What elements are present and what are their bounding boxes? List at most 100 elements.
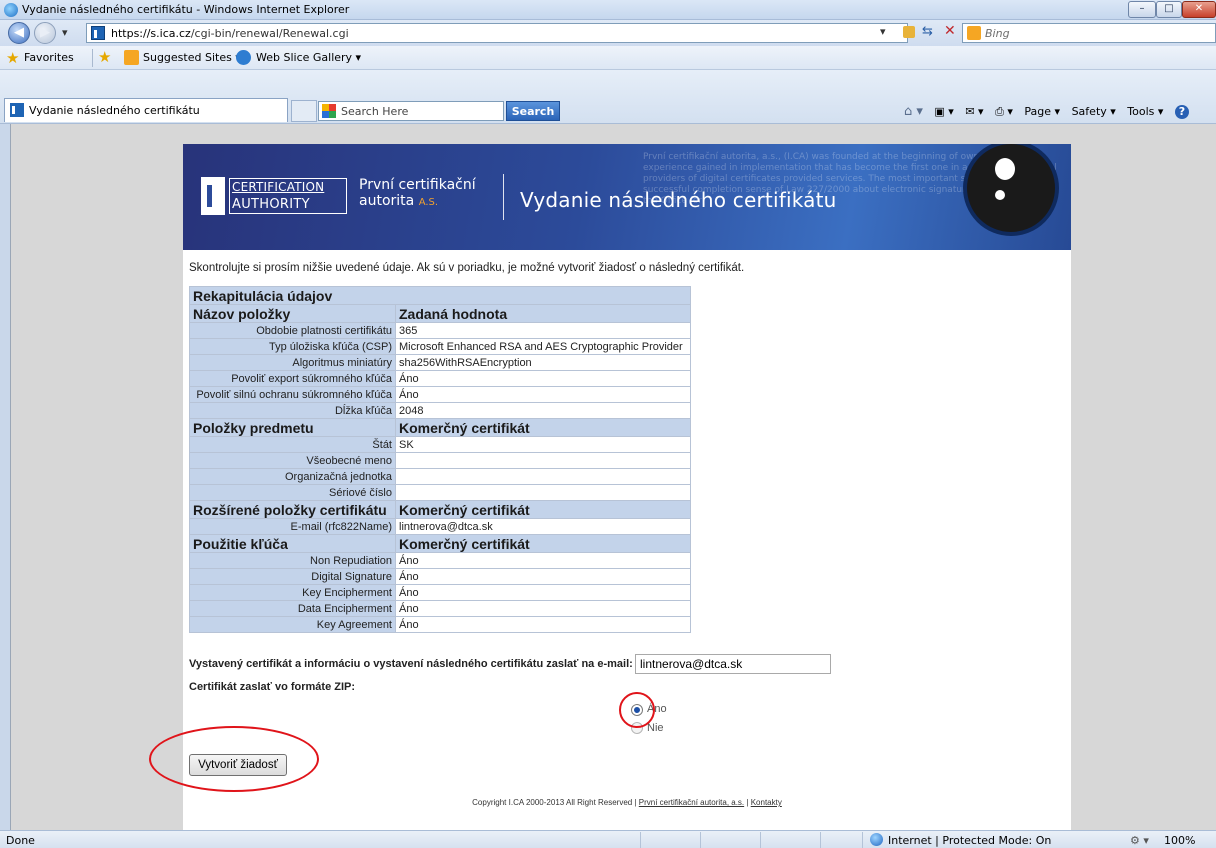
suggested-sites-icon [124,50,139,65]
favorites-bar: ★ Favorites ★ Suggested Sites ▾ Web Slic… [0,46,1216,70]
footer-link-contacts[interactable]: Kontakty [751,798,782,807]
table-row: Key Agreement Áno [189,616,691,633]
table-row: Typ úložiska kľúča (CSP) Microsoft Enhanc… [189,338,691,355]
email-field[interactable] [635,654,831,674]
web-search-input[interactable]: Bing [962,23,1216,43]
home-icon[interactable]: ⌂ ▾ [904,104,923,119]
highlight-annotation [149,726,319,792]
tab-toolbar: Vydanie následného certifikátu Search He… [0,70,1216,124]
tab-active[interactable]: Vydanie následného certifikátu [4,98,288,122]
command-bar: ⌂ ▾ ▣ ▾ ✉ ▾ ⎙ ▾ Page ▾ Safety ▾ Tools ▾ … [896,104,1189,119]
web-slice-icon [236,50,251,65]
bing-icon [967,26,981,40]
status-divider [820,832,821,848]
page-title: Vydanie následného certifikátu [520,188,837,212]
status-divider [862,832,863,848]
status-text: Done [6,834,35,847]
col-value-header: Zadaná hodnota [395,304,691,323]
address-bar[interactable]: https://s.ica.cz/cgi-bin/renewal/Renewal… [86,23,908,43]
minimize-button[interactable]: – [1128,1,1156,18]
close-button[interactable]: ✕ [1182,1,1216,18]
footer-link-ica[interactable]: První certifikační autorita, a.s. [639,798,744,807]
table-row: Obdobie platnosti certifikátu 365 [189,322,691,339]
tools-menu[interactable]: Tools ▾ [1127,105,1163,118]
toolbar-search-placeholder: Search Here [341,105,409,118]
table-row: Povoliť export súkromného kľúča Áno [189,370,691,387]
content-viewport: První certifikační autorita, a.s., (I.CA… [10,124,1216,830]
ext-section-header: Rozšírené položky certifikátu [189,500,396,519]
refresh-icon[interactable]: ⇆ [922,24,933,39]
table-row: Organizačná jednotka [189,468,691,485]
security-zone[interactable]: Internet | Protected Mode: On [888,834,1051,847]
table-row: Non Repudiation Áno [189,552,691,569]
separator [92,49,93,67]
window-title: Vydanie následného certifikátu - Windows… [22,3,350,16]
email-label: Vystavený certifikát a informáciu o vyst… [189,658,633,670]
address-url: https://s.ica.cz/cgi-bin/renewal/Renewal… [111,27,349,40]
search-engine-icon [322,104,336,118]
table-row: Sériové číslo [189,484,691,501]
add-favorite-icon[interactable]: ★ [98,48,111,66]
help-icon[interactable]: ? [1174,105,1189,119]
web-slice-gallery-link[interactable]: Web Slice Gallery ▾ [256,51,361,64]
recap-table: Rekapitulácia údajov Názov položky Zadaná… [189,286,691,633]
page-menu[interactable]: Page ▾ [1024,105,1060,118]
feeds-icon[interactable]: ▣ ▾ [934,105,953,118]
favorites-button[interactable]: Favorites [24,51,74,64]
print-icon[interactable]: ⎙ ▾ [995,105,1013,118]
tab-favicon-icon [10,103,24,117]
eye-graphic-icon [963,144,1059,236]
brand-name: První certifikační autorita A.S. [359,177,476,209]
status-bar: Done Internet | Protected Mode: On ⚙ ▾ 1… [0,830,1216,848]
suggested-sites-link[interactable]: Suggested Sites ▾ [143,51,241,64]
search-provider-label: Bing [985,27,1010,40]
ica-logo-icon [201,177,225,215]
table-row: Digital Signature Áno [189,568,691,585]
favorites-star-icon[interactable]: ★ [6,49,19,67]
toolbar-search-button[interactable]: Search [506,101,560,121]
table-row: Data Encipherment Áno [189,600,691,617]
new-tab-button[interactable] [291,100,317,122]
subject-value-header: Komerčný certifikát [395,418,691,437]
status-divider [640,832,641,848]
usage-value-header: Komerčný certifikát [395,534,691,553]
recap-title: Rekapitulácia údajov [189,286,691,305]
internet-zone-icon [870,833,883,846]
banner-divider [503,174,504,220]
toolbar-search-input[interactable]: Search Here [318,101,504,121]
table-row: Povoliť silnú ochranu súkromného kľúča Án… [189,386,691,403]
highlight-annotation [619,692,655,728]
tab-title: Vydanie následného certifikátu [29,104,200,117]
subject-section-header: Položky predmetu [189,418,396,437]
maximize-button[interactable]: □ [1156,1,1182,18]
site-favicon-icon [91,26,105,40]
address-toolbar: ◀ ▶ ▾ https://s.ica.cz/cgi-bin/renewal/R… [0,20,1216,46]
table-row: Dĺžka kľúča 2048 [189,402,691,419]
zoom-level[interactable]: 100% [1164,834,1195,847]
forward-button[interactable]: ▶ [34,22,56,44]
window-titlebar: Vydanie následného certifikátu - Windows… [0,0,1216,20]
table-row: Všeobecné meno [189,452,691,469]
status-divider [760,832,761,848]
col-name-header: Názov položky [189,304,396,323]
status-divider [700,832,701,848]
protected-mode-icon[interactable]: ⚙ ▾ [1130,834,1149,847]
safety-menu[interactable]: Safety ▾ [1072,105,1116,118]
recent-pages-icon[interactable]: ▾ [62,26,68,39]
table-row: E-mail (rfc822Name) lintnerova@dtca.sk [189,518,691,535]
stop-icon[interactable]: ✕ [944,23,956,39]
table-row: Algoritmus miniatúry sha256WithRSAEncrypt… [189,354,691,371]
lock-icon[interactable] [903,26,915,38]
zip-label: Certifikát zaslať vo formáte ZIP: [189,681,356,693]
ie-logo-icon [4,3,18,17]
mail-icon[interactable]: ✉ ▾ [965,105,983,118]
footer-copyright: Copyright I.CA 2000-2013 All Right Reser… [472,798,782,807]
page-content: První certifikační autorita, a.s., (I.CA… [149,144,1071,830]
address-dropdown-icon[interactable]: ▾ [880,25,886,38]
table-row: Štát SK [189,436,691,453]
table-row: Key Encipherment Áno [189,584,691,601]
zip-no-label: Nie [647,722,664,734]
intro-text: Skontrolujte si prosím nižšie uvedené úd… [189,262,745,274]
back-button[interactable]: ◀ [8,22,30,44]
usage-section-header: Použitie kľúča [189,534,396,553]
